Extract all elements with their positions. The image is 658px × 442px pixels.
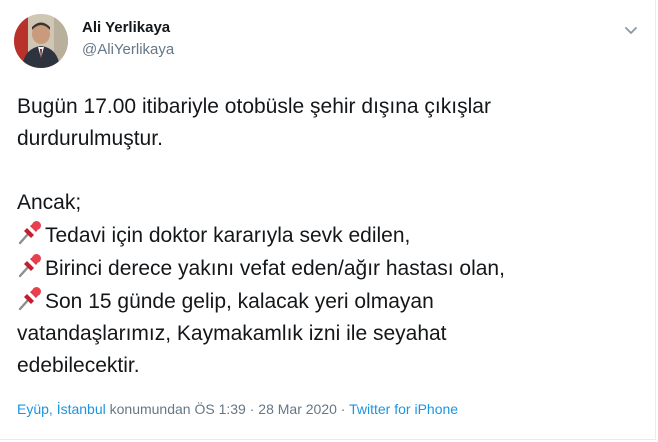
bullet-line: Tedavi için doktor kararıyla sevk edilen…: [17, 219, 637, 252]
tweet-card[interactable]: Ali Yerlikaya @AliYerlikaya Bugün 17.00 …: [0, 0, 656, 440]
bullet-text: Son 15 günde gelip, kalacak yeri olmayan: [45, 290, 434, 313]
author-handle[interactable]: @AliYerlikaya: [82, 41, 174, 58]
separator: ·: [336, 401, 350, 417]
bullet-line: Son 15 günde gelip, kalacak yeri olmayan: [17, 285, 637, 318]
tweet-metadata: Eyüp, İstanbul konumundan ÖS 1:39 · 28 M…: [17, 401, 458, 417]
tweet-line: edebilecektir.: [17, 354, 140, 377]
tweet-text: Bugün 17.00 itibariyle otobüsle şehir dı…: [17, 91, 637, 382]
author-name[interactable]: Ali Yerlikaya: [82, 19, 170, 36]
pushpin-icon: [17, 219, 43, 245]
tweet-time[interactable]: ÖS 1:39: [191, 401, 245, 417]
pushpin-icon: [17, 285, 43, 311]
tweet-date[interactable]: 28 Mar 2020: [258, 401, 337, 417]
source-link[interactable]: Twitter for iPhone: [349, 401, 458, 417]
bullet-text: Birinci derece yakını vefat eden/ağır ha…: [45, 257, 505, 280]
bullet-text: Tedavi için doktor kararıyla sevk edilen…: [45, 224, 411, 247]
tweet-line: vatandaşlarımız, Kaymakamlık izni ile se…: [17, 322, 447, 345]
tweet-line: durdurulmuştur.: [17, 127, 163, 150]
location-suffix: konumundan: [105, 401, 191, 417]
location-link[interactable]: Eyüp, İstanbul: [17, 401, 106, 417]
tweet-line: Ancak;: [17, 191, 82, 214]
chevron-down-icon[interactable]: [623, 22, 639, 38]
pushpin-icon: [17, 252, 43, 278]
bullet-line: Birinci derece yakını vefat eden/ağır ha…: [17, 252, 637, 285]
avatar[interactable]: [14, 14, 68, 68]
separator: ·: [245, 401, 259, 417]
tweet-line: Bugün 17.00 itibariyle otobüsle şehir dı…: [17, 95, 491, 118]
